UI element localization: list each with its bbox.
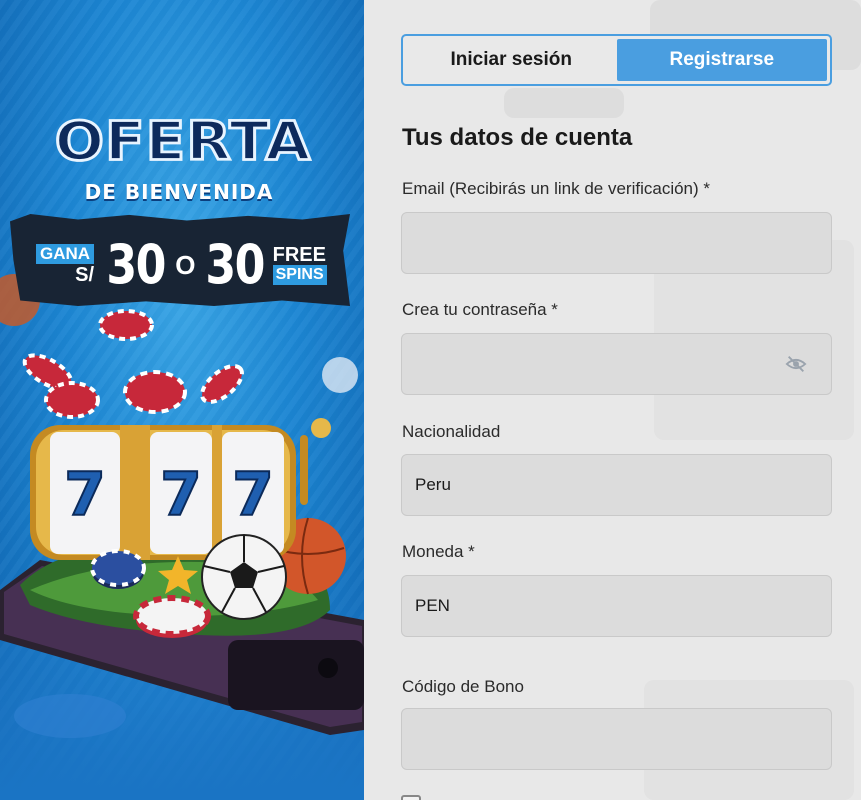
- svg-text:7: 7: [232, 460, 274, 530]
- slot-machine-graphic: 7 7 7: [30, 418, 331, 560]
- eye-off-icon[interactable]: [785, 354, 807, 374]
- currency-label: Moneda *: [402, 542, 475, 561]
- section-title: Tus datos de cuenta: [402, 124, 633, 151]
- terms-checkbox[interactable]: [401, 795, 421, 800]
- bonus-amount: 30: [106, 233, 166, 296]
- currency-select[interactable]: PEN: [401, 575, 832, 637]
- password-label: Crea tu contraseña *: [402, 300, 558, 319]
- offer-subheadline: DE BIENVENIDA: [84, 180, 274, 204]
- bonus-code-field-container: [401, 708, 832, 770]
- welcome-offer-banner: 7 7 7 OFERTA DE BIENVENIDA GANA S/ 30 O …: [0, 0, 364, 800]
- tab-login[interactable]: Iniciar sesión: [406, 39, 617, 81]
- currency-symbol: S/: [75, 264, 95, 287]
- free-label: FREE: [272, 244, 326, 267]
- spins-label: SPINS: [272, 265, 327, 285]
- gana-label: GANA: [36, 243, 95, 265]
- email-label: Email (Recibirás un link de verificación…: [402, 179, 711, 198]
- password-field[interactable]: [415, 354, 818, 374]
- free-spins-count: 30: [205, 233, 266, 296]
- soccer-ball-graphic: [201, 534, 287, 620]
- nationality-value: Peru: [415, 475, 451, 494]
- auth-tabs: Iniciar sesión Registrarse: [401, 34, 832, 86]
- email-field-container: [401, 212, 832, 274]
- tab-register[interactable]: Registrarse: [616, 39, 827, 81]
- nationality-label: Nacionalidad: [402, 422, 501, 441]
- nationality-select[interactable]: Peru: [401, 454, 832, 516]
- bonus-code-label: Código de Bono: [402, 677, 524, 696]
- svg-text:7: 7: [64, 460, 106, 530]
- bonus-code-field[interactable]: [415, 729, 818, 749]
- email-field[interactable]: [415, 233, 818, 253]
- password-field-container: [401, 333, 832, 395]
- currency-value: PEN: [415, 596, 450, 615]
- offer-connector: O: [175, 249, 196, 280]
- svg-text:7: 7: [160, 460, 202, 530]
- offer-headline: OFERTA: [53, 109, 312, 173]
- offer-details-band: GANA S/ 30 O 30 FREE SPINS: [10, 214, 350, 306]
